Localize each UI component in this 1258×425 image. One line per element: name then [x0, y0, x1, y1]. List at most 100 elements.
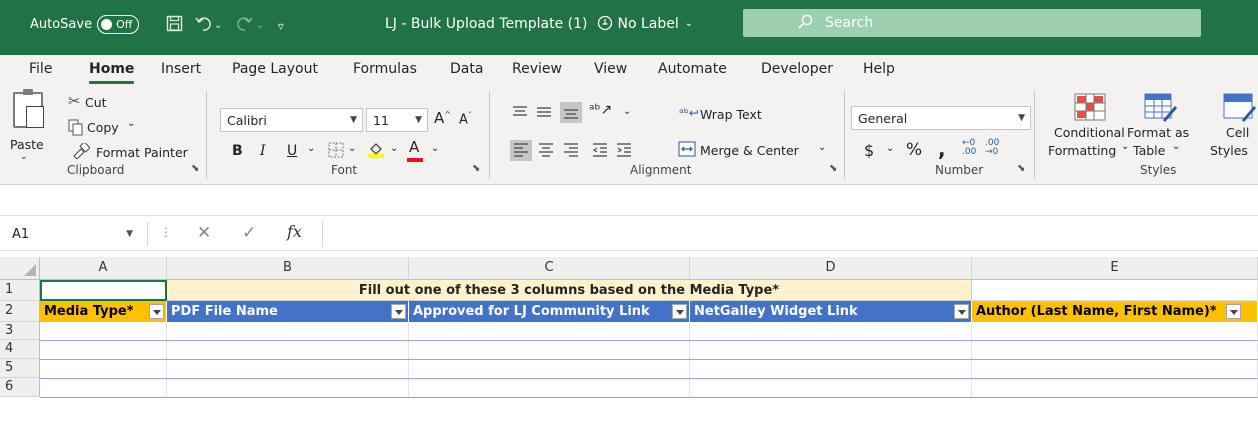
- insert-function-icon[interactable]: fx: [287, 222, 302, 241]
- fill-color-icon[interactable]: [367, 140, 385, 161]
- comma-style-icon[interactable]: ,: [938, 137, 946, 161]
- merge-center-button[interactable]: Merge & Center: [700, 143, 799, 158]
- format-as-table-icon[interactable]: [1143, 92, 1177, 122]
- paste-icon[interactable]: [13, 89, 44, 128]
- filter-dropdown-icon[interactable]: [1226, 304, 1241, 319]
- underline-icon[interactable]: U: [287, 143, 297, 159]
- cell-styles-label-2[interactable]: Styles: [1210, 143, 1248, 158]
- row-header-2[interactable]: 2: [0, 301, 40, 322]
- font-color-dropdown-icon[interactable]: ⌄: [431, 143, 439, 154]
- document-title-area[interactable]: LJ - Bulk Upload Template (1) No Label ⌄: [385, 15, 693, 32]
- currency-icon[interactable]: $: [864, 141, 874, 160]
- orientation-icon[interactable]: ᵃᵇ↗: [589, 102, 612, 118]
- cancel-icon[interactable]: ✕: [197, 223, 211, 243]
- italic-icon[interactable]: I: [260, 143, 266, 159]
- cell-styles-label-1[interactable]: Cell: [1226, 125, 1249, 140]
- tab-automate[interactable]: Automate: [658, 61, 727, 77]
- chevron-down-icon[interactable]: ⌄: [1121, 141, 1129, 152]
- decrease-font-icon[interactable]: Aˇ: [459, 111, 472, 127]
- conditional-formatting-icon[interactable]: [1073, 92, 1107, 122]
- row-header-4[interactable]: 4: [0, 340, 40, 359]
- autosave-toggle[interactable]: Off: [97, 15, 140, 34]
- paste-label[interactable]: Paste: [10, 137, 44, 152]
- tab-insert[interactable]: Insert: [161, 61, 201, 77]
- merge-dropdown-icon[interactable]: ⌄: [818, 142, 826, 153]
- filter-dropdown-icon[interactable]: [954, 304, 969, 319]
- formula-input[interactable]: [322, 221, 1258, 247]
- font-launcher-icon[interactable]: ⬊: [472, 163, 480, 174]
- wrap-text-button[interactable]: Wrap Text: [700, 107, 762, 122]
- format-painter-icon[interactable]: [72, 141, 91, 162]
- tab-developer[interactable]: Developer: [761, 61, 833, 77]
- cell-a1[interactable]: [40, 280, 167, 301]
- tab-help[interactable]: Help: [863, 61, 895, 77]
- increase-decimal-icon[interactable]: ←0.00: [962, 139, 976, 157]
- undo-dropdown-icon[interactable]: ⌄: [214, 20, 222, 31]
- redo-dropdown-icon[interactable]: ⌄: [255, 20, 263, 31]
- number-launcher-icon[interactable]: ⬊: [1017, 163, 1025, 174]
- tab-page-layout[interactable]: Page Layout: [232, 61, 318, 77]
- table-header-netgalley-link[interactable]: NetGalley Widget Link: [690, 301, 972, 322]
- copy-dropdown-icon[interactable]: ⌄: [127, 118, 135, 129]
- chevron-down-icon[interactable]: ▼: [126, 229, 133, 239]
- decrease-decimal-icon[interactable]: .00 →0: [985, 139, 999, 157]
- search-box[interactable]: Search: [743, 9, 1201, 37]
- column-header-a[interactable]: A: [40, 257, 167, 280]
- row-header-6[interactable]: 6: [0, 378, 40, 397]
- media-type-note[interactable]: Fill out one of these 3 columns based on…: [167, 280, 972, 301]
- increase-indent-icon[interactable]: [616, 143, 632, 160]
- column-header-b[interactable]: B: [167, 257, 409, 280]
- cell-styles-icon[interactable]: [1222, 92, 1258, 122]
- align-right-icon[interactable]: [563, 143, 579, 160]
- align-top-icon[interactable]: [512, 105, 528, 122]
- tab-review[interactable]: Review: [512, 61, 562, 77]
- column-header-d[interactable]: D: [690, 257, 972, 280]
- increase-font-icon[interactable]: A^: [434, 109, 451, 127]
- undo-icon[interactable]: [195, 15, 212, 36]
- fill-color-dropdown-icon[interactable]: ⌄: [390, 143, 398, 154]
- chevron-down-icon[interactable]: ⌄: [1172, 141, 1180, 152]
- scissors-icon[interactable]: ✂: [68, 92, 81, 110]
- tab-formulas[interactable]: Formulas: [353, 61, 417, 77]
- autosave-control[interactable]: AutoSave Off: [30, 15, 140, 34]
- underline-dropdown-icon[interactable]: ⌄: [307, 143, 315, 154]
- bold-icon[interactable]: B: [232, 143, 243, 159]
- redo-icon[interactable]: [236, 15, 253, 36]
- row-header-3[interactable]: 3: [0, 322, 40, 340]
- table-header-author[interactable]: Author (Last Name, First Name)*: [972, 301, 1258, 322]
- conditional-formatting-label-2[interactable]: Formatting: [1048, 143, 1116, 158]
- paste-dropdown-icon[interactable]: ⌄: [20, 152, 28, 162]
- alignment-launcher-icon[interactable]: ⬊: [829, 163, 837, 174]
- tab-view[interactable]: View: [594, 61, 627, 77]
- currency-dropdown-icon[interactable]: ⌄: [886, 143, 894, 154]
- enter-icon[interactable]: ✓: [242, 223, 256, 243]
- wrap-text-icon[interactable]: ᵃᵇ↩: [679, 106, 699, 120]
- format-painter-button[interactable]: Format Painter: [96, 145, 188, 160]
- copy-button[interactable]: Copy: [87, 120, 119, 135]
- align-center-icon[interactable]: [538, 143, 554, 160]
- format-as-table-label-1[interactable]: Format as: [1127, 125, 1189, 140]
- row-header-1[interactable]: 1: [0, 280, 40, 301]
- copy-icon[interactable]: [68, 119, 84, 139]
- column-header-e[interactable]: E: [972, 257, 1258, 280]
- conditional-formatting-label-1[interactable]: Conditional: [1054, 125, 1125, 140]
- filter-dropdown-icon[interactable]: [149, 304, 164, 319]
- cell-e1[interactable]: [972, 280, 1258, 301]
- table-header-media-type[interactable]: Media Type*: [40, 301, 167, 322]
- merge-center-icon[interactable]: [678, 141, 696, 160]
- tab-file[interactable]: File: [29, 61, 52, 77]
- align-middle-icon[interactable]: [536, 105, 552, 122]
- filter-dropdown-icon[interactable]: [672, 304, 687, 319]
- customize-qat-icon[interactable]: ▿: [278, 19, 284, 33]
- font-name-select[interactable]: Calibri ▼: [220, 108, 363, 132]
- filter-dropdown-icon[interactable]: [391, 304, 406, 319]
- decrease-indent-icon[interactable]: [592, 143, 608, 160]
- row-header-5[interactable]: 5: [0, 359, 40, 378]
- percent-icon[interactable]: %: [906, 140, 922, 160]
- borders-icon[interactable]: [328, 142, 344, 161]
- column-header-c[interactable]: C: [409, 257, 690, 280]
- tab-data[interactable]: Data: [450, 61, 483, 77]
- tab-home[interactable]: Home: [89, 61, 135, 84]
- font-size-select[interactable]: 11 ▼: [366, 108, 428, 132]
- name-box[interactable]: A1 ▼: [8, 222, 148, 246]
